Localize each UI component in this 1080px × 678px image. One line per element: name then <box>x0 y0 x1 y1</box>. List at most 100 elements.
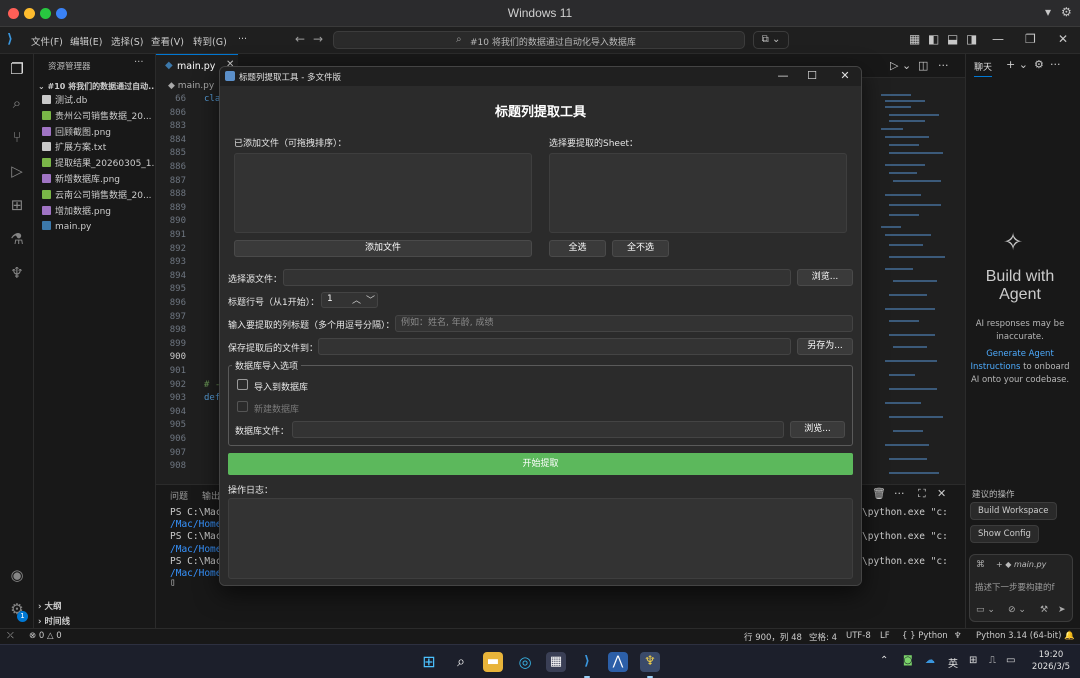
wechat-icon[interactable]: ◙ <box>903 655 913 666</box>
browse-source-button[interactable]: 浏览... <box>797 269 853 286</box>
split-editor-icon[interactable]: ◫ <box>918 59 928 72</box>
encoding[interactable]: UTF-8 <box>846 631 871 641</box>
explorer-file[interactable]: 新增数据库.png <box>34 173 155 188</box>
battery-icon[interactable]: ▭ <box>1006 655 1015 666</box>
store-icon[interactable]: ▦ <box>546 652 566 672</box>
start-icon[interactable]: ⊞ <box>419 652 439 672</box>
tab-chat[interactable]: 聊天 <box>974 60 993 77</box>
explorer-file[interactable]: 回顾截图.png <box>34 126 155 141</box>
tray-chevron-icon[interactable]: ⌃ <box>880 655 888 666</box>
toggle-secondary-sidebar-icon[interactable]: ◨ <box>966 32 977 46</box>
attach-icon[interactable]: ⌘ <box>976 560 985 570</box>
close-icon[interactable]: ✕ <box>1058 32 1068 46</box>
account-icon[interactable]: ◉ <box>8 566 26 584</box>
cursor-position[interactable]: 行 900，列 48 <box>744 631 802 643</box>
timeline-section[interactable]: › 时间线 <box>38 615 70 627</box>
back-arrow-icon[interactable]: ← <box>295 32 305 46</box>
more-actions-icon[interactable]: ··· <box>134 57 144 68</box>
forward-arrow-icon[interactable]: → <box>313 32 323 46</box>
trash-icon[interactable]: 🗑 <box>872 487 886 500</box>
send-icon[interactable]: ➤ <box>1058 605 1066 615</box>
show-config-button[interactable]: Show Config <box>970 525 1039 543</box>
source-file-input[interactable] <box>283 269 791 286</box>
gear-icon[interactable]: ⚙ <box>1061 5 1072 19</box>
log-textarea[interactable] <box>228 498 853 579</box>
restore-icon[interactable]: ❐ <box>1025 32 1036 46</box>
run-debug-icon[interactable]: ▷ <box>8 162 26 180</box>
explorer-file[interactable]: 云南公司销售数据_20... <box>34 189 155 204</box>
db-file-input[interactable] <box>292 421 784 438</box>
remote-icon[interactable]: ⤫ <box>7 631 14 641</box>
spin-down-icon[interactable]: ﹀ <box>366 293 375 306</box>
edge-icon[interactable]: ◎ <box>515 652 535 672</box>
copilot-button[interactable]: ⧉ ⌄ <box>753 31 789 49</box>
menu-view[interactable]: 查看(V) <box>151 34 184 48</box>
extensions-icon[interactable]: ⊞ <box>8 196 26 214</box>
bell-icon[interactable]: 🔔 <box>1064 631 1075 641</box>
start-extract-button[interactable]: 开始提取 <box>228 453 853 475</box>
file-list[interactable] <box>234 153 532 233</box>
code-line[interactable]: def <box>204 393 220 403</box>
spin-up-icon[interactable]: ︿ <box>352 293 361 306</box>
indentation[interactable]: 空格: 4 <box>809 631 837 643</box>
outline-section[interactable]: › 大纲 <box>38 600 61 612</box>
dropdown-arrow-icon[interactable]: ▾ <box>1045 5 1051 19</box>
chat-settings-icon[interactable]: ⚙ <box>1034 58 1044 71</box>
save-path-input[interactable] <box>318 338 791 355</box>
file-explorer-icon[interactable]: ▬ <box>483 652 503 672</box>
ime-indicator[interactable]: 英 <box>948 655 958 670</box>
minimize-icon[interactable]: — <box>776 69 790 82</box>
explorer-icon[interactable]: ❐ <box>8 60 26 78</box>
python-taskbar-icon[interactable]: ♆ <box>640 652 660 678</box>
menu-selection[interactable]: 选择(S) <box>111 34 143 48</box>
explorer-file[interactable]: 测试.db <box>34 94 155 109</box>
line-ending[interactable]: LF <box>880 631 890 641</box>
network-icon[interactable]: ⎍ <box>989 655 996 666</box>
add-file-button[interactable]: 添加文件 <box>234 240 532 257</box>
code-line[interactable]: # - <box>204 380 220 390</box>
vscode-taskbar-icon[interactable]: ⟩ <box>577 652 597 678</box>
code-line[interactable]: cla <box>204 94 220 104</box>
title-row-spinbox[interactable]: 1 ︿ ﹀ <box>321 292 378 308</box>
search-icon[interactable]: ⌕ <box>8 94 26 112</box>
select-all-button[interactable]: 全选 <box>549 240 606 257</box>
new-chat-icon[interactable]: + ⌄ <box>1006 58 1028 71</box>
workspace-folder[interactable]: ⌄ #10 将我们的数据通过自动... <box>34 79 155 94</box>
run-icon[interactable]: ▷ ⌄ <box>890 59 911 72</box>
context-chip[interactable]: + ◆ main.py <box>996 560 1046 569</box>
minimap[interactable] <box>871 84 961 484</box>
tab-output[interactable]: 输出 <box>202 489 220 502</box>
save-as-button[interactable]: 另存为... <box>797 338 853 355</box>
breadcrumb[interactable]: ◆ main.py <box>168 81 214 91</box>
sheet-list[interactable] <box>549 153 847 233</box>
model-picker-icon[interactable]: ⊘ ⌄ <box>1008 605 1026 615</box>
close-icon[interactable]: ✕ <box>838 69 852 82</box>
browse-db-button[interactable]: 浏览... <box>790 421 845 438</box>
tools-icon[interactable]: ⚒ <box>1040 605 1048 615</box>
explorer-file[interactable]: 提取结果_20260305_1... <box>34 157 155 172</box>
source-control-icon[interactable]: ⑂ <box>8 128 26 146</box>
explorer-file[interactable]: 贵州公司销售数据_20... <box>34 110 155 125</box>
layout-icon[interactable]: ▦ <box>909 32 920 46</box>
explorer-file[interactable]: 增加数据.png <box>34 205 155 220</box>
onedrive-icon[interactable]: ☁ <box>925 655 935 666</box>
menu-more[interactable]: ··· <box>238 34 247 45</box>
toggle-panel-icon[interactable]: ⬓ <box>947 32 958 46</box>
search-icon[interactable]: ⌕ <box>451 652 471 672</box>
import-db-checkbox[interactable] <box>237 379 248 390</box>
app-icon[interactable]: ⋀ <box>608 652 628 672</box>
new-db-checkbox[interactable] <box>237 401 248 412</box>
language-mode[interactable]: { } Python <box>902 631 948 641</box>
maximize-icon[interactable]: ☐ <box>805 69 819 82</box>
toggle-sidebar-icon[interactable]: ◧ <box>928 32 939 46</box>
clock[interactable]: 19:20 2026/3/5 <box>1028 649 1074 673</box>
panel-more-icon[interactable]: ··· <box>894 487 905 500</box>
python-icon[interactable]: ♆ <box>8 264 26 282</box>
chat-more-icon[interactable]: ··· <box>1050 58 1061 71</box>
explorer-file[interactable]: main.py <box>34 220 155 235</box>
menu-edit[interactable]: 编辑(E) <box>70 34 102 48</box>
python-interpreter[interactable]: Python 3.14 (64-bit) <box>976 631 1061 641</box>
build-workspace-button[interactable]: Build Workspace <box>970 502 1057 520</box>
problems-status[interactable]: ⊗ 0 △ 0 <box>29 631 62 641</box>
editor-more-icon[interactable]: ··· <box>938 59 949 72</box>
